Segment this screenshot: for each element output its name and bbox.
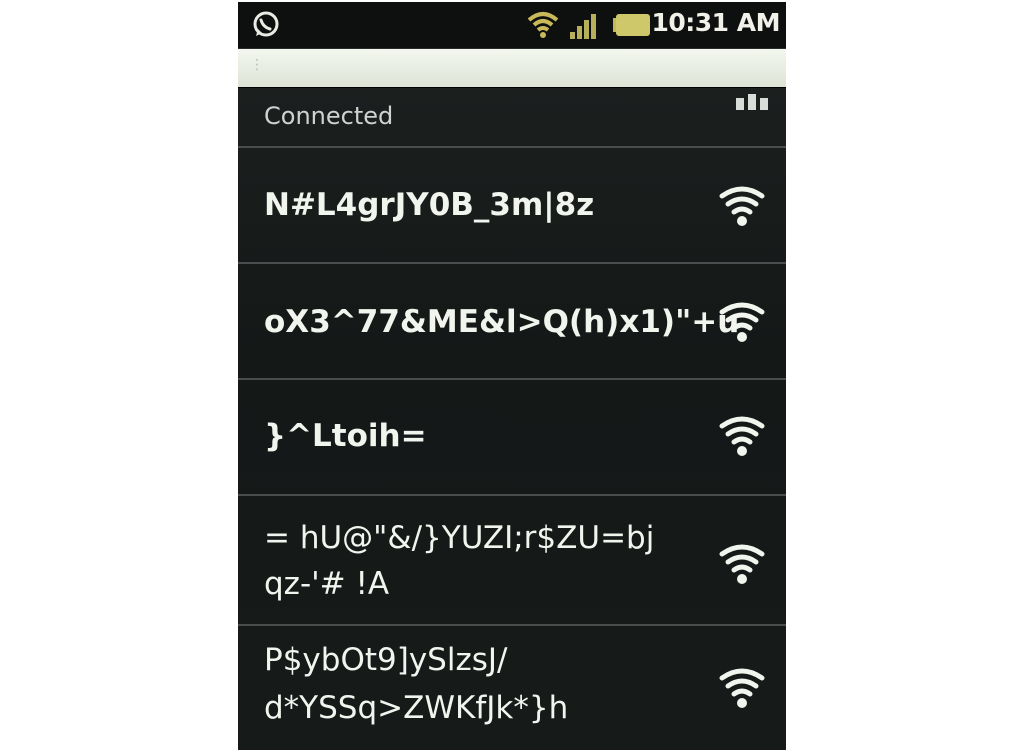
network-ssid-line-1: P$ybOt9]ySlzsJ/ xyxy=(264,642,508,678)
network-ssid-line-2: d*YSSq>ZWKfJk*}h xyxy=(264,690,569,726)
battery-icon xyxy=(613,14,650,36)
connected-label: Connected xyxy=(264,102,394,130)
network-ssid: N#L4grJY0B_3m|8z xyxy=(264,187,595,223)
wifi-signal-icon xyxy=(719,668,765,708)
wifi-icon xyxy=(527,12,559,38)
network-row[interactable]: P$ybOt9]ySlzsJ/ d*YSSq>ZWKfJk*}h xyxy=(238,626,786,750)
network-ssid-line-1: = hU@"&/}YUZI;r$ZU=bj xyxy=(264,520,655,556)
grip-icon: ⋮ xyxy=(250,57,264,73)
wifi-network-list: Connected N#L4grJY0B_3m|8z oX3^77&ME&l>Q… xyxy=(238,88,786,750)
network-row[interactable]: N#L4grJY0B_3m|8z xyxy=(238,148,786,262)
phone-screen: 10:31 AM ⋮ Connected N#L4grJY0B_3m|8z oX… xyxy=(238,2,786,750)
wifi-signal-icon xyxy=(719,302,765,342)
network-ssid-line-2: qz-'# !A xyxy=(264,566,390,602)
network-row[interactable]: oX3^77&ME&l>Q(h)x1)"+u xyxy=(238,264,786,378)
network-row[interactable]: }^Ltoih= xyxy=(238,380,786,494)
wifi-signal-icon xyxy=(719,544,765,584)
network-row[interactable]: = hU@"&/}YUZI;r$ZU=bj qz-'# !A xyxy=(238,496,786,624)
status-bar: 10:31 AM xyxy=(238,2,786,49)
network-ssid: }^Ltoih= xyxy=(264,418,427,454)
notification-shade-handle[interactable]: ⋮ xyxy=(238,49,786,87)
connected-wifi-icon xyxy=(736,94,768,110)
status-clock: 10:31 AM xyxy=(651,8,780,37)
whatsapp-icon xyxy=(253,11,279,37)
signal-icon xyxy=(570,14,596,39)
wifi-signal-icon xyxy=(719,186,765,226)
wifi-signal-icon xyxy=(719,416,765,456)
network-ssid: oX3^77&ME&l>Q(h)x1)"+u xyxy=(264,304,740,340)
